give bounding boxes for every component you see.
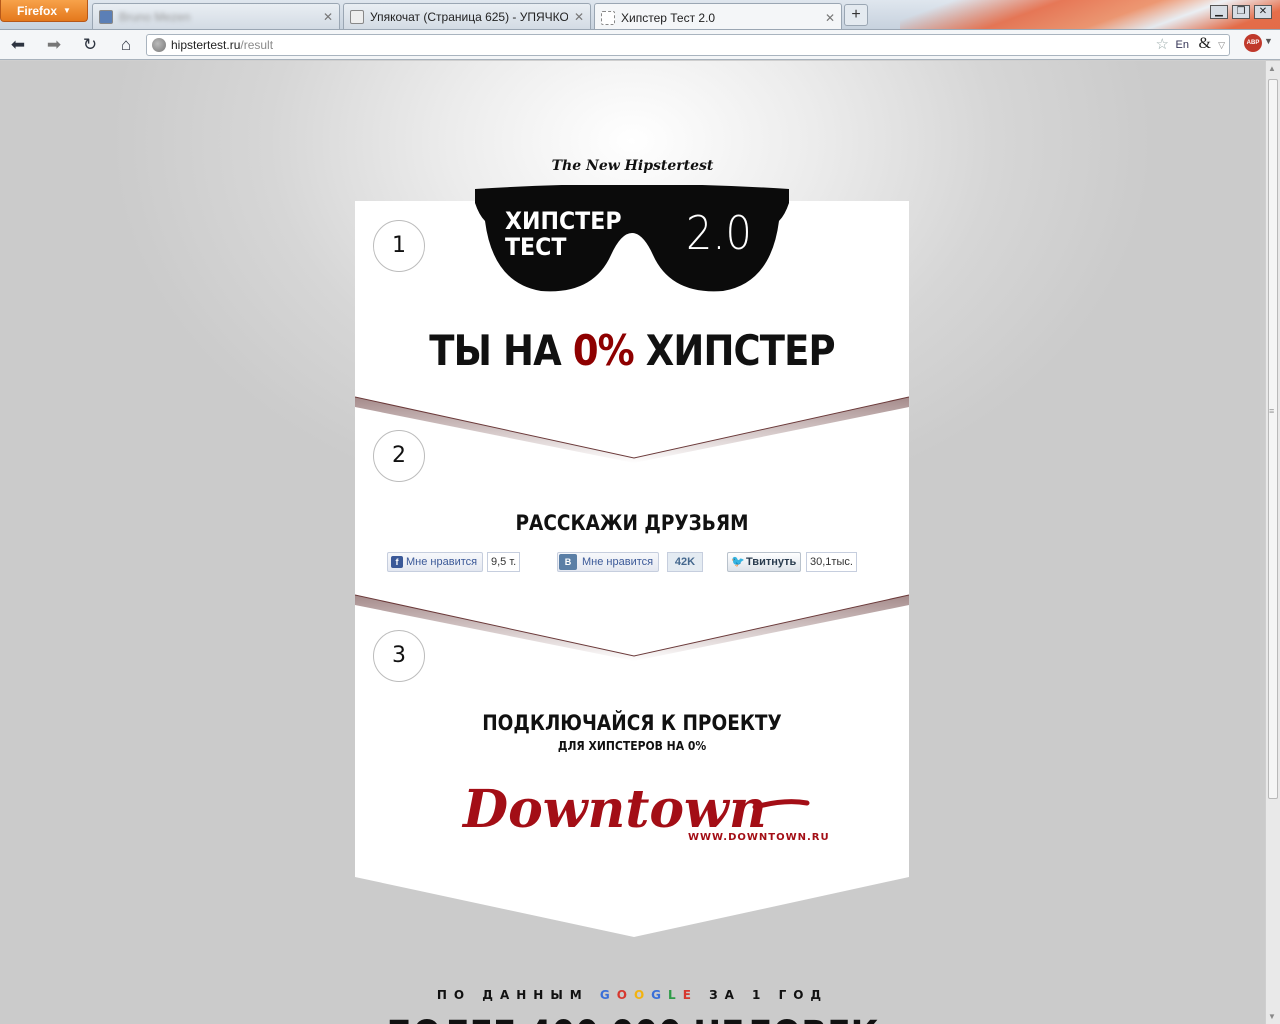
logo-version: 2.0 [686, 206, 752, 260]
result-percent: 0% [572, 326, 635, 375]
vk-icon: В [559, 554, 577, 570]
step-1-number: 1 [373, 220, 425, 272]
tab-3-active[interactable]: Хипстер Тест 2.0 ✕ [594, 3, 842, 29]
forward-button[interactable]: ➡ [43, 34, 65, 56]
step-3-number: 3 [373, 630, 425, 682]
stats-source-line: ПО ДАННЫМ GOOGLE ЗА 1 ГОД [0, 988, 1265, 1002]
url-dropdown-icon[interactable]: ▽ [1218, 35, 1225, 55]
facebook-like-count: 9,5 т. [487, 552, 521, 572]
tweet-count: 30,1тыс. [806, 552, 857, 572]
join-title: ПОДКЛЮЧАЙСЯ К ПРОЕКТУ [482, 711, 782, 735]
tweet-label: Твитнуть [746, 556, 797, 568]
stats-suffix: ЗА 1 ГОД [697, 988, 829, 1002]
downtown-wordmark: Downtown [461, 779, 767, 840]
close-tab-icon[interactable]: ✕ [574, 10, 584, 24]
globe-icon [152, 38, 166, 52]
ampersand-addon-icon[interactable]: & [1199, 34, 1211, 54]
google-letter: G [651, 988, 669, 1002]
facebook-like-label: Мне нравится [406, 556, 478, 568]
url-host: hipstertest.ru [171, 38, 241, 52]
vertical-scrollbar[interactable]: ▲ ≡ ▼ [1265, 61, 1280, 1024]
url-bar[interactable]: hipstertest.ru/result ☆ En & ▽ [146, 34, 1230, 56]
vk-like-label: Мне нравится [582, 556, 654, 568]
chevron-down-icon: ▼ [63, 6, 71, 15]
scroll-up-icon[interactable]: ▲ [1268, 64, 1276, 73]
vk-like-count: 42K [667, 552, 703, 572]
blank-favicon-icon [601, 10, 615, 25]
home-button[interactable]: ⌂ [115, 34, 137, 56]
video-favicon-icon [99, 9, 113, 24]
tab-1[interactable]: Bruno Mezen ✕ [92, 3, 340, 29]
stats-headline: БОЛЕЕ 400 000 ЧЕЛОВЕК [95, 1013, 1170, 1024]
adblock-icon[interactable]: ABP [1244, 34, 1262, 52]
firefox-menu-label: Firefox [17, 3, 58, 18]
logo-title: ХИПСТЕР ТЕСТ [505, 208, 622, 260]
join-subtitle: ДЛЯ ХИПСТЕРОВ НА 0% [557, 739, 707, 753]
url-path: /result [240, 38, 274, 52]
navigation-toolbar: ⬅ ➡ ↻ ⌂ hipstertest.ru/result ☆ En & ▽ [0, 30, 1280, 60]
tagline: The New Hipstertest [551, 158, 714, 174]
web-page: The New Hipstertest 1 2 3 ХИПСТЕР ТЕСТ 2… [0, 61, 1265, 1024]
facebook-icon: f [391, 556, 403, 568]
back-button[interactable]: ⬅ [7, 34, 29, 56]
close-window-button[interactable]: ✕ [1254, 5, 1272, 19]
step-2-number: 2 [373, 430, 425, 482]
scrollbar-thumb[interactable] [1268, 79, 1278, 799]
close-tab-icon[interactable]: ✕ [825, 11, 835, 25]
google-word: GOOGLE [600, 988, 698, 1002]
tab-title: Хипстер Тест 2.0 [621, 10, 716, 25]
result-suffix: ХИПСТЕР [633, 326, 836, 375]
share-title: РАССКАЖИ ДРУЗЬЯМ [515, 511, 749, 535]
tab-2[interactable]: Упякочат (Страница 625) - УПЯЧКОЧА... ✕ [343, 3, 591, 29]
result-headline: ТЫ НА 0% ХИПСТЕР [388, 326, 876, 375]
google-letter: E [682, 988, 698, 1002]
google-letter: L [668, 988, 683, 1002]
result-prefix: ТЫ НА [429, 326, 573, 375]
logo-line-2: ТЕСТ [505, 233, 567, 261]
close-tab-icon[interactable]: ✕ [323, 10, 333, 24]
vk-like-button[interactable]: В Мне нравится [557, 552, 659, 572]
minimize-button[interactable]: ▁ [1210, 5, 1228, 19]
scroll-grip-icon: ≡ [1269, 406, 1275, 416]
twitter-bird-icon: 🐦 [731, 556, 745, 568]
downtown-url-link[interactable]: WWW.DOWNTOWN.RU [688, 832, 830, 843]
bookmark-star-icon[interactable]: ☆ [1156, 35, 1169, 55]
reload-button[interactable]: ↻ [79, 34, 101, 56]
facebook-like-button[interactable]: f Мне нравится [387, 552, 483, 572]
google-letter: O [633, 988, 652, 1002]
tweet-button[interactable]: 🐦 Твитнуть [727, 552, 801, 572]
logo-line-1: ХИПСТЕР [505, 207, 622, 235]
new-tab-button[interactable]: + [844, 4, 868, 26]
scroll-down-icon[interactable]: ▼ [1268, 1012, 1276, 1021]
forum-favicon-icon [350, 9, 364, 24]
maximize-button[interactable]: ❐ [1232, 5, 1250, 19]
stats-prefix: ПО ДАННЫМ [436, 988, 600, 1002]
google-letter: O [616, 988, 634, 1002]
tab-strip: Firefox ▼ Bruno Mezen ✕ Упякочат (Страни… [0, 0, 1280, 30]
google-letter: G [599, 988, 617, 1002]
firefox-menu-button[interactable]: Firefox ▼ [0, 0, 88, 22]
adblock-dropdown-icon[interactable]: ▼ [1264, 36, 1273, 46]
tab-title: Bruno Mezen [119, 9, 191, 24]
language-indicator[interactable]: En [1176, 35, 1189, 55]
tab-title: Упякочат (Страница 625) - УПЯЧКОЧА... [370, 9, 568, 24]
